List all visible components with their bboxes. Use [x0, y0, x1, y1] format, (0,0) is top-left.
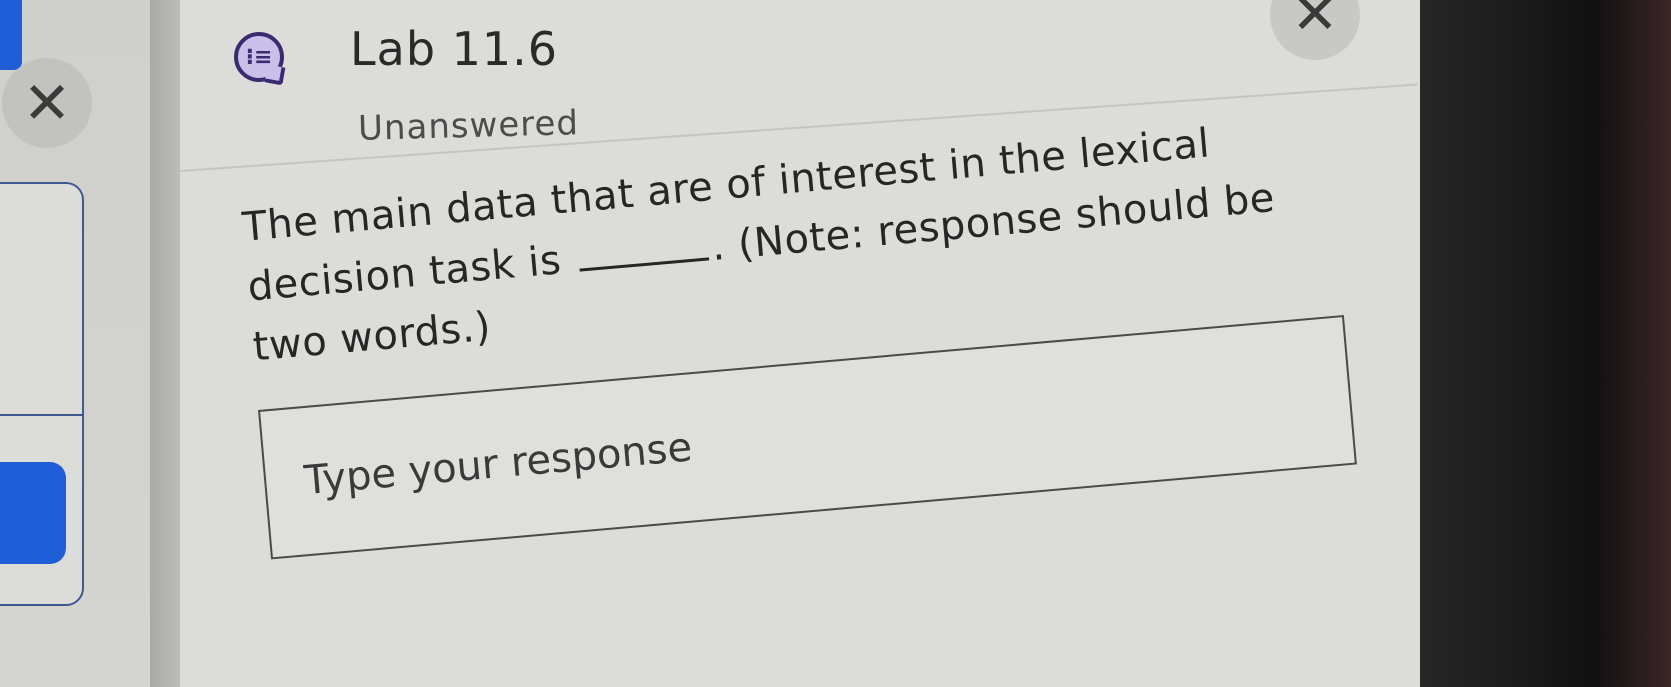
close-icon[interactable]: ✕: [1270, 0, 1360, 60]
left-panel: ✕: [0, 0, 150, 687]
status-label: Unanswered: [357, 103, 580, 149]
main-panel: ⁝≡ Lab 11.6 Unanswered ✕ The main data t…: [180, 0, 1420, 687]
device-bezel: [1420, 0, 1671, 687]
fill-in-blank: [576, 227, 709, 272]
left-blue-button[interactable]: [0, 462, 66, 564]
question-list-glyph: ⁝≡: [245, 44, 273, 70]
left-close-glyph: ✕: [22, 69, 72, 137]
panel-gutter: [150, 0, 180, 687]
close-icon[interactable]: ✕: [2, 58, 92, 148]
page-title: Lab 11.6: [350, 22, 559, 76]
question-list-icon: ⁝≡: [234, 32, 284, 82]
left-card-divider: [0, 414, 82, 416]
main-close-glyph: ✕: [1291, 0, 1339, 47]
left-blue-tab[interactable]: [0, 0, 22, 70]
